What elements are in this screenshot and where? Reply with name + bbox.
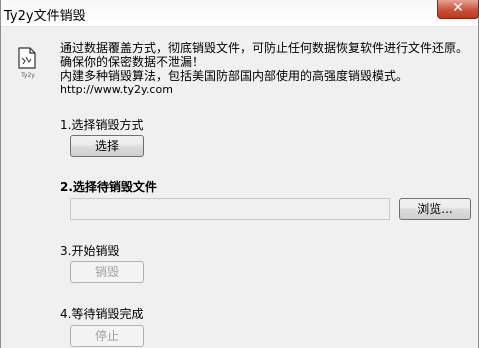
file-path-field[interactable] bbox=[70, 198, 390, 220]
stop-button[interactable]: 停止 bbox=[70, 325, 144, 347]
step-3-label: 3.开始销毁 bbox=[60, 244, 120, 258]
intro-line-1: 通过数据覆盖方式，彻底销毁文件，可防止任何数据恢复软件进行文件还原。 bbox=[60, 41, 469, 55]
intro-line-3: 内建多种销毁算法，包括美国防部国内部使用的高强度销毁模式。 bbox=[60, 69, 409, 83]
browse-button[interactable]: 浏览... bbox=[399, 198, 471, 220]
document-icon bbox=[18, 47, 36, 69]
intro-text: 通过数据覆盖方式，彻底销毁文件，可防止任何数据恢复软件进行文件还原。 确保你的保… bbox=[60, 41, 468, 97]
main-window: Ty2y文件销毁 ✕ Ty2y 通过数据覆盖方式，彻底销毁文件，可防止任何数据恢… bbox=[0, 0, 479, 348]
icon-caption: Ty2y bbox=[21, 72, 35, 79]
dialog-content: Ty2y 通过数据覆盖方式，彻底销毁文件，可防止任何数据恢复软件进行文件还原。 … bbox=[1, 27, 478, 348]
title-bar[interactable]: Ty2y文件销毁 ✕ bbox=[1, 0, 479, 27]
website-url: http://www.ty2y.com bbox=[60, 83, 173, 96]
step-1-label: 1.选择销毁方式 bbox=[60, 118, 144, 132]
close-button[interactable]: ✕ bbox=[437, 0, 479, 19]
step-4-label: 4.等待销毁完成 bbox=[60, 307, 144, 321]
step-2-label: 2.选择待销毁文件 bbox=[60, 180, 157, 194]
close-icon: ✕ bbox=[452, 0, 464, 16]
window-title: Ty2y文件销毁 bbox=[4, 9, 86, 24]
destroy-button[interactable]: 销毁 bbox=[70, 261, 144, 283]
select-method-button[interactable]: 选择 bbox=[70, 135, 144, 157]
intro-line-2: 确保你的保密数据不泄漏！ bbox=[60, 55, 205, 69]
